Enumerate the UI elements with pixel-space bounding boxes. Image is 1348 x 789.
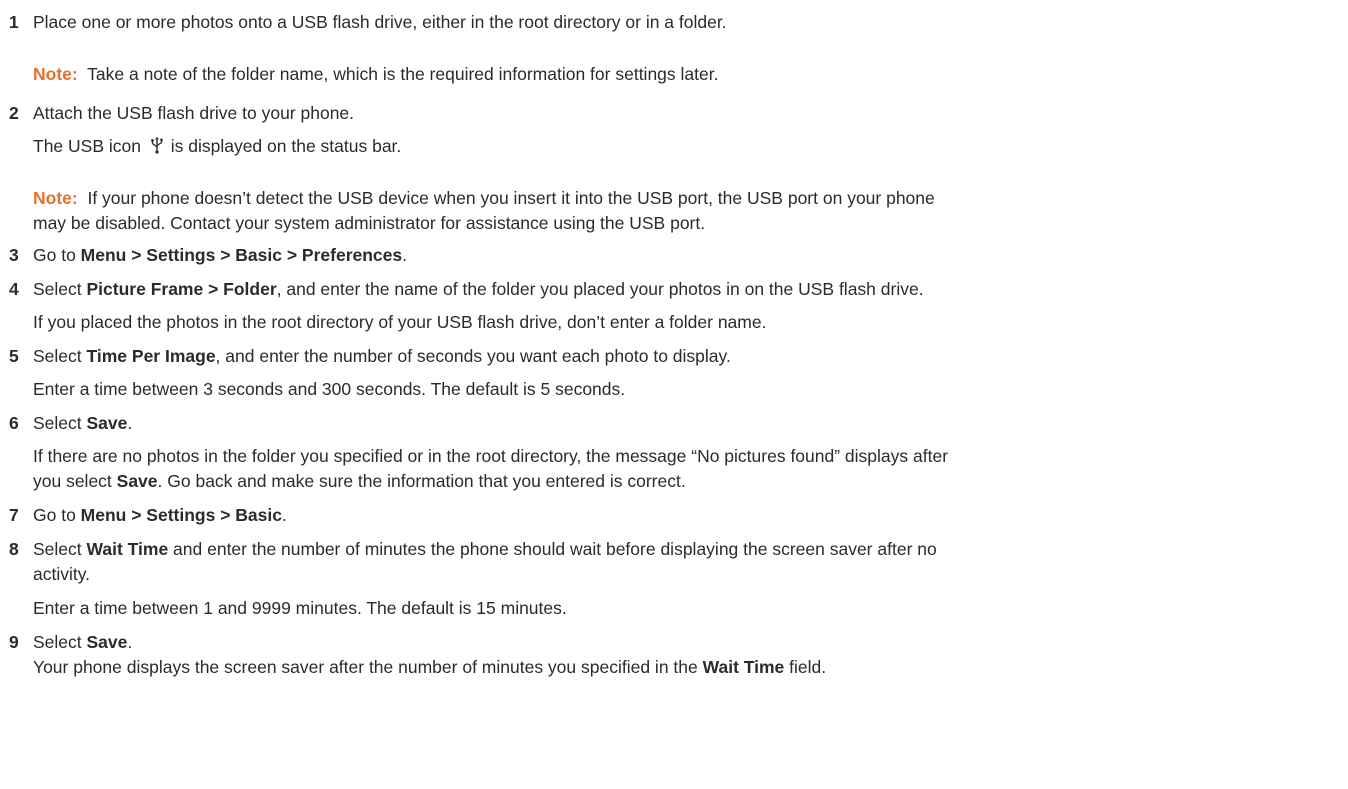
menu-path: Menu > Settings > Basic > Preferences bbox=[80, 245, 403, 265]
punctuation: . bbox=[281, 505, 287, 525]
field-name: Wait Time bbox=[86, 539, 169, 559]
detail-text-before: The USB icon bbox=[33, 136, 141, 156]
step-text-rest: and enter the number of minutes the phon… bbox=[168, 539, 937, 559]
note-text: Take a note of the folder name, which is… bbox=[87, 64, 719, 84]
usb-icon bbox=[150, 136, 163, 154]
note-label: Note: bbox=[33, 188, 78, 208]
field-name: Time Per Image bbox=[86, 346, 216, 366]
step-text: Place one or more photos onto a USB flas… bbox=[33, 12, 727, 32]
step-text: Select bbox=[33, 279, 87, 299]
step-text-rest: , and enter the name of the folder you p… bbox=[276, 279, 924, 299]
button-name: Save bbox=[86, 413, 128, 433]
detail-text: If you placed the photos in the root dir… bbox=[33, 312, 767, 332]
note-label: Note: bbox=[33, 64, 78, 84]
detail-text-after: is displayed on the status bar. bbox=[170, 136, 402, 156]
step-number: 9 bbox=[9, 632, 19, 652]
note-text-line-2: may be disabled. Contact your system adm… bbox=[33, 213, 706, 233]
button-name: Save bbox=[86, 632, 128, 652]
step-text: Go to bbox=[33, 505, 81, 525]
detail-text: Your phone displays the screen saver aft… bbox=[33, 657, 703, 677]
detail-text: you select bbox=[33, 471, 117, 491]
punctuation: . bbox=[127, 632, 133, 652]
step-number: 7 bbox=[9, 505, 19, 525]
button-name: Save bbox=[116, 471, 158, 491]
step-text: Select bbox=[33, 632, 87, 652]
step-number: 2 bbox=[9, 103, 19, 123]
detail-text: If there are no photos in the folder you… bbox=[33, 446, 949, 466]
step-text-line-2: activity. bbox=[33, 564, 91, 584]
punctuation: . bbox=[127, 413, 133, 433]
step-number: 1 bbox=[9, 12, 19, 32]
step-number: 8 bbox=[9, 539, 19, 559]
step-text: Attach the USB flash drive to your phone… bbox=[33, 103, 355, 123]
detail-text-rest: . Go back and make sure the information … bbox=[157, 471, 686, 491]
punctuation: . bbox=[402, 245, 408, 265]
step-number: 5 bbox=[9, 346, 19, 366]
note-text-line-1: If your phone doesn’t detect the USB dev… bbox=[87, 188, 935, 208]
step-text: Go to bbox=[33, 245, 81, 265]
detail-text: Enter a time between 3 seconds and 300 s… bbox=[33, 379, 626, 399]
menu-path: Menu > Settings > Basic bbox=[80, 505, 282, 525]
field-name: Wait Time bbox=[702, 657, 785, 677]
step-number: 3 bbox=[9, 245, 19, 265]
detail-text: Enter a time between 1 and 9999 minutes.… bbox=[33, 598, 567, 618]
step-text: Select bbox=[33, 346, 87, 366]
step-text: Select bbox=[33, 413, 87, 433]
step-text: Select bbox=[33, 539, 87, 559]
step-number: 6 bbox=[9, 413, 19, 433]
menu-path: Picture Frame > Folder bbox=[86, 279, 277, 299]
step-text-rest: , and enter the number of seconds you wa… bbox=[215, 346, 731, 366]
step-number: 4 bbox=[9, 279, 19, 299]
detail-text-rest: field. bbox=[784, 657, 827, 677]
